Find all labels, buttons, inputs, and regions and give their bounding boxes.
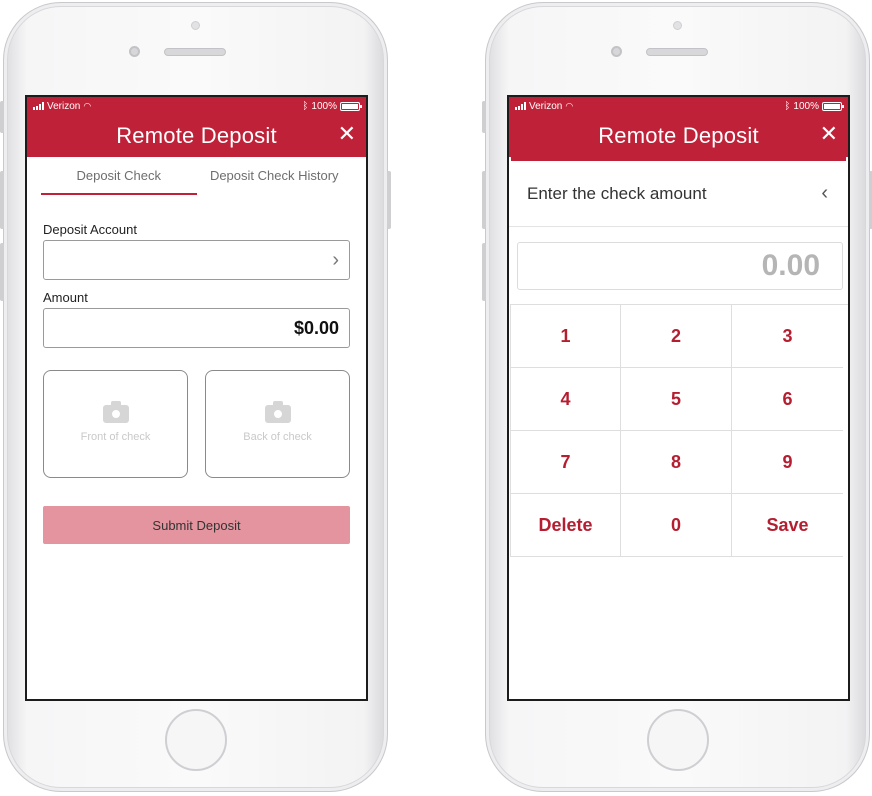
screen-deposit-form: Verizon ◠ ᛒ 100% Remote Deposit ✕ Deposi… [25,95,368,701]
app-header: Remote Deposit ✕ [509,115,848,157]
front-of-check-label: Front of check [80,431,151,443]
front-camera [611,46,622,57]
chevron-left-icon[interactable]: ‹ [821,182,828,205]
battery-percent: 100% [311,100,337,112]
front-of-check-button[interactable]: Front of check [43,370,188,478]
key-8[interactable]: 8 [621,431,732,494]
tab-deposit-check[interactable]: Deposit Check [41,157,197,195]
front-camera [129,46,140,57]
key-6[interactable]: 6 [732,368,843,431]
volume-down-button [482,243,486,301]
home-button [165,709,227,771]
chevron-right-icon: › [332,249,339,271]
key-1[interactable]: 1 [510,305,621,368]
key-3[interactable]: 3 [732,305,843,368]
close-icon[interactable]: ✕ [820,122,838,146]
key-7[interactable]: 7 [510,431,621,494]
wifi-icon: ◠ [83,100,92,111]
mute-switch [482,101,486,133]
submit-deposit-button[interactable]: Submit Deposit [43,506,350,544]
battery-icon [340,101,362,111]
tab-deposit-check-history[interactable]: Deposit Check History [197,157,353,195]
sensor-dot [191,21,200,30]
home-button [647,709,709,771]
numeric-keypad: 1 2 3 4 5 6 7 8 9 Delete 0 Save [510,304,848,557]
signal-bars-icon [33,102,44,110]
camera-icon [102,401,129,423]
power-button [387,171,391,229]
wifi-icon: ◠ [565,100,574,111]
screen-amount-keypad: Verizon ◠ ᛒ 100% Remote Deposit ✕ Enter … [507,95,850,701]
volume-up-button [0,171,4,229]
key-5[interactable]: 5 [621,368,732,431]
volume-down-button [0,243,4,301]
amount-display: 0.00 [517,242,843,290]
amount-prompt: Enter the check amount [527,183,707,203]
close-icon[interactable]: ✕ [338,122,356,146]
earpiece-speaker [164,48,226,56]
key-9[interactable]: 9 [732,431,843,494]
key-4[interactable]: 4 [510,368,621,431]
carrier-label: Verizon [47,100,81,112]
deposit-account-select[interactable]: › [43,240,350,280]
battery-icon [822,101,844,111]
mute-switch [0,101,4,133]
carrier-label: Verizon [529,100,563,112]
deposit-account-label: Deposit Account [43,222,137,237]
amount-field[interactable]: $0.00 [43,308,350,348]
back-of-check-button[interactable]: Back of check [205,370,350,478]
key-2[interactable]: 2 [621,305,732,368]
phone-frame-right: Verizon ◠ ᛒ 100% Remote Deposit ✕ Enter … [482,2,872,792]
tab-bar: Deposit Check Deposit Check History [27,157,366,195]
volume-up-button [482,171,486,229]
signal-bars-icon [515,102,526,110]
check-capture-row: Front of check Back of check [43,370,350,478]
key-0[interactable]: 0 [621,494,732,557]
bluetooth-icon: ᛒ [784,100,791,112]
back-of-check-label: Back of check [243,431,312,443]
amount-label: Amount [43,290,88,305]
earpiece-speaker [646,48,708,56]
camera-icon [264,401,291,423]
status-bar: Verizon ◠ ᛒ 100% [509,97,848,115]
page-title: Remote Deposit [116,123,277,148]
save-key[interactable]: Save [732,494,843,557]
sensor-dot [673,21,682,30]
bluetooth-icon: ᛒ [302,100,309,112]
status-bar: Verizon ◠ ᛒ 100% [27,97,366,115]
app-header: Remote Deposit ✕ [27,115,366,157]
battery-percent: 100% [793,100,819,112]
amount-value: $0.00 [293,317,339,338]
phone-frame-left: Verizon ◠ ᛒ 100% Remote Deposit ✕ Deposi… [0,2,391,792]
delete-key[interactable]: Delete [510,494,621,557]
page-title: Remote Deposit [598,123,759,148]
amount-prompt-row: Enter the check amount ‹ [509,161,848,227]
